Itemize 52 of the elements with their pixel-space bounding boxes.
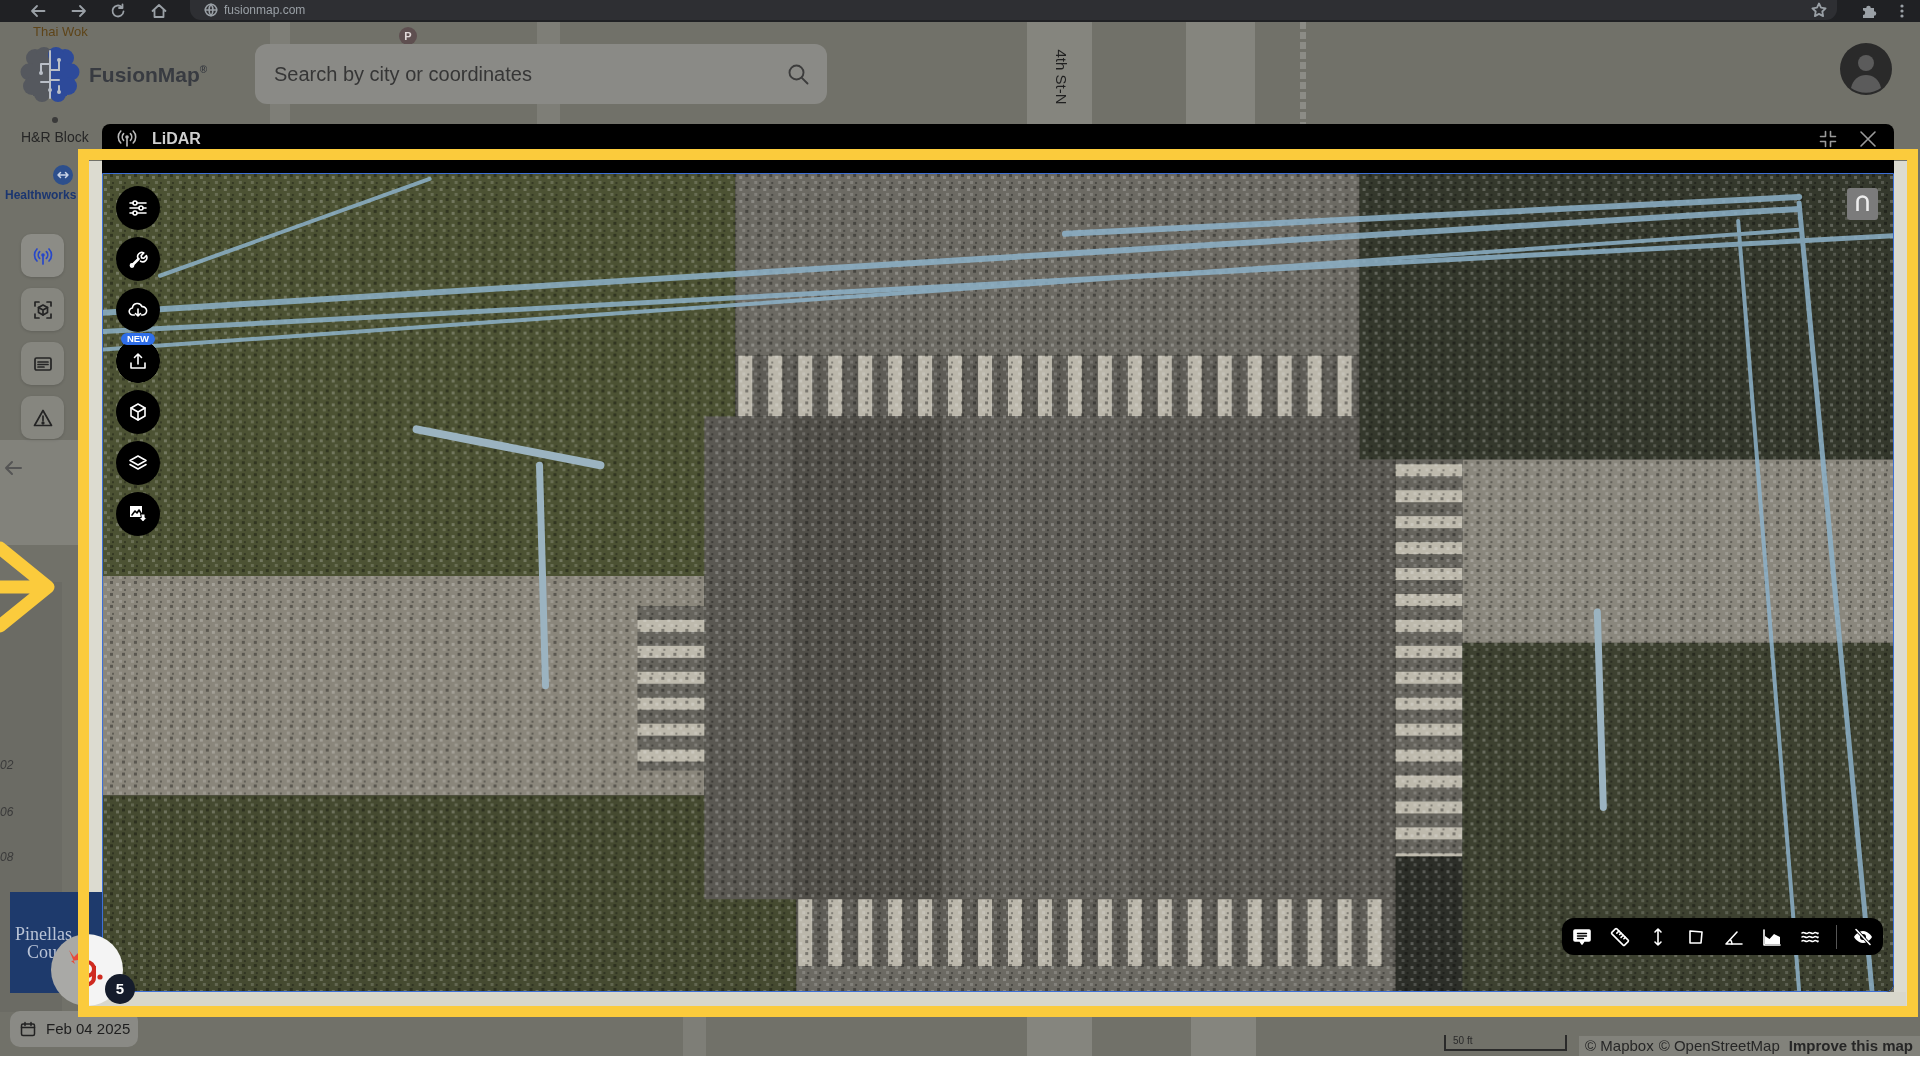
double-arrow-marker-icon bbox=[53, 165, 73, 185]
forward-icon[interactable] bbox=[71, 3, 87, 19]
collapse-icon[interactable] bbox=[1819, 130, 1837, 148]
arch-tile-icon[interactable] bbox=[1847, 188, 1878, 220]
map-label: H&R Block bbox=[21, 129, 89, 146]
sliders-icon bbox=[128, 198, 148, 218]
sidebar-button[interactable] bbox=[21, 396, 64, 439]
close-icon[interactable] bbox=[1859, 130, 1877, 148]
image-download-icon bbox=[128, 504, 148, 524]
county-logo-text: Pinellas bbox=[15, 925, 72, 943]
comment-icon bbox=[1572, 926, 1592, 947]
calendar-icon bbox=[20, 1021, 36, 1037]
globe-icon bbox=[204, 3, 218, 17]
puzzle-piece-icon[interactable] bbox=[1861, 3, 1877, 19]
address-bar[interactable]: fusionmap.com bbox=[190, 0, 1837, 20]
kebab-menu-icon[interactable] bbox=[1900, 4, 1904, 18]
search-icon[interactable] bbox=[787, 63, 809, 85]
back-icon[interactable] bbox=[30, 3, 46, 19]
street-label: 4th St-N bbox=[1052, 49, 1070, 105]
reload-icon[interactable] bbox=[110, 3, 126, 19]
sidebar-button[interactable] bbox=[21, 288, 64, 331]
eye-slash-icon bbox=[1853, 926, 1873, 947]
search-field[interactable]: Search by city or coordinates bbox=[255, 44, 827, 104]
cube-scan-icon bbox=[32, 299, 53, 320]
user-avatar-icon[interactable] bbox=[1840, 43, 1892, 95]
map-label: Healthworks bbox=[5, 188, 77, 203]
star-icon[interactable] bbox=[1811, 2, 1827, 18]
brain-logo-icon bbox=[20, 46, 80, 103]
antenna-icon bbox=[116, 129, 138, 147]
sidebar-button[interactable] bbox=[21, 342, 64, 385]
date-picker-button[interactable]: Feb 04 2025 bbox=[10, 1011, 138, 1047]
tool-button[interactable]: NEW bbox=[116, 333, 160, 383]
new-badge: NEW bbox=[121, 333, 155, 345]
poi-dot-icon bbox=[51, 117, 58, 123]
search-input[interactable]: Search by city or coordinates bbox=[274, 59, 787, 89]
warning-icon bbox=[32, 407, 53, 428]
ruler-icon bbox=[1610, 926, 1630, 947]
attribution-link[interactable]: © OpenStreetMap bbox=[1658, 1037, 1780, 1055]
home-icon[interactable] bbox=[151, 3, 167, 19]
antenna-icon bbox=[32, 245, 53, 266]
attribution-link[interactable]: © Mapbox bbox=[1585, 1037, 1654, 1055]
window-title: LiDAR bbox=[152, 129, 201, 148]
area-chart-icon bbox=[1762, 926, 1782, 947]
layers-icon bbox=[128, 453, 148, 473]
cube-icon bbox=[128, 402, 148, 422]
app-name: FusionMap$^{®}$ bbox=[89, 61, 208, 88]
scale-bar: 50 ft bbox=[1444, 1035, 1567, 1051]
wrench-icon bbox=[128, 249, 148, 269]
map-label: Thai Wok bbox=[33, 24, 88, 40]
attribution-link[interactable]: Improve this map bbox=[1788, 1037, 1913, 1055]
cloud-download-icon bbox=[128, 300, 148, 320]
upload-icon bbox=[128, 351, 148, 371]
